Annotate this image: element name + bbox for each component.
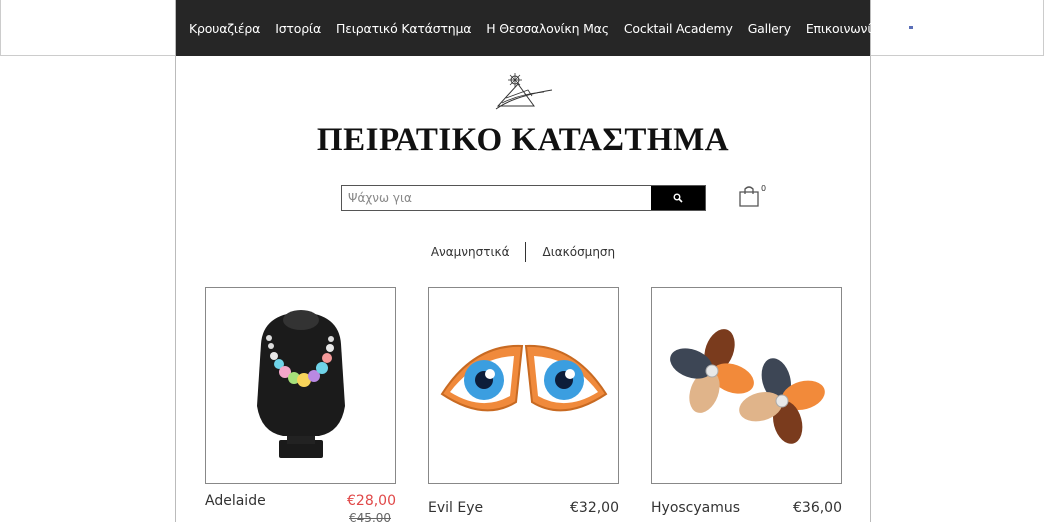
nav-item-cocktail-academy[interactable]: Cocktail Academy <box>624 21 733 36</box>
search-input[interactable] <box>342 186 651 210</box>
product-original-price: €45,00 <box>349 511 391 522</box>
category-souvenirs[interactable]: Αναμνηστικά <box>415 245 526 259</box>
nav-item-history[interactable]: Ιστορία <box>275 21 321 36</box>
cart-count: 0 <box>761 184 767 193</box>
search-bar <box>341 185 706 211</box>
product-card[interactable]: Evil Eye €32,00 <box>428 287 619 516</box>
category-decoration[interactable]: Διακόσμηση <box>526 245 631 259</box>
page-container: Κρουαζιέρα Ιστορία Πειρατικό Κατάστημα Η… <box>175 0 914 522</box>
search-icon <box>673 193 683 203</box>
search-button[interactable] <box>651 186 705 210</box>
product-price: €32,00 <box>570 500 619 516</box>
nav-item-pirate-shop[interactable]: Πειρατικό Κατάστημα <box>336 21 471 36</box>
product-name[interactable]: Hyoscyamus <box>651 500 740 516</box>
product-card[interactable]: Hyoscyamus €36,00 <box>651 287 842 516</box>
frame-left <box>0 0 1 56</box>
shopping-bag-icon[interactable] <box>737 184 763 212</box>
main-nav: Κρουαζιέρα Ιστορία Πειρατικό Κατάστημα Η… <box>176 0 914 56</box>
nav-item-thessaloniki[interactable]: Η Θεσσαλονίκη Μας <box>486 21 609 36</box>
product-image-evil-eye[interactable] <box>428 287 619 484</box>
nav-item-cruise[interactable]: Κρουαζιέρα <box>189 21 260 36</box>
product-name[interactable]: Evil Eye <box>428 500 483 516</box>
product-image-necklace[interactable] <box>205 287 396 484</box>
product-sale-price: €28,00 <box>347 493 396 509</box>
product-name[interactable]: Adelaide <box>205 493 266 509</box>
product-card[interactable]: Adelaide €28,00 €45,00 <box>205 287 396 522</box>
nav-item-gallery[interactable]: Gallery <box>748 21 791 36</box>
pirate-ship-logo-icon[interactable] <box>494 70 554 112</box>
category-nav: Αναμνηστικά Διακόσμηση <box>176 242 870 262</box>
product-image-flower-earrings[interactable] <box>651 287 842 484</box>
page-title: ΠΕΙΡΑΤΙΚΟ ΚΑΤΑΣΤΗΜΑ <box>316 122 730 158</box>
nav-item-contact[interactable]: Επικοινωνία <box>806 21 880 36</box>
product-price: €36,00 <box>793 500 842 516</box>
